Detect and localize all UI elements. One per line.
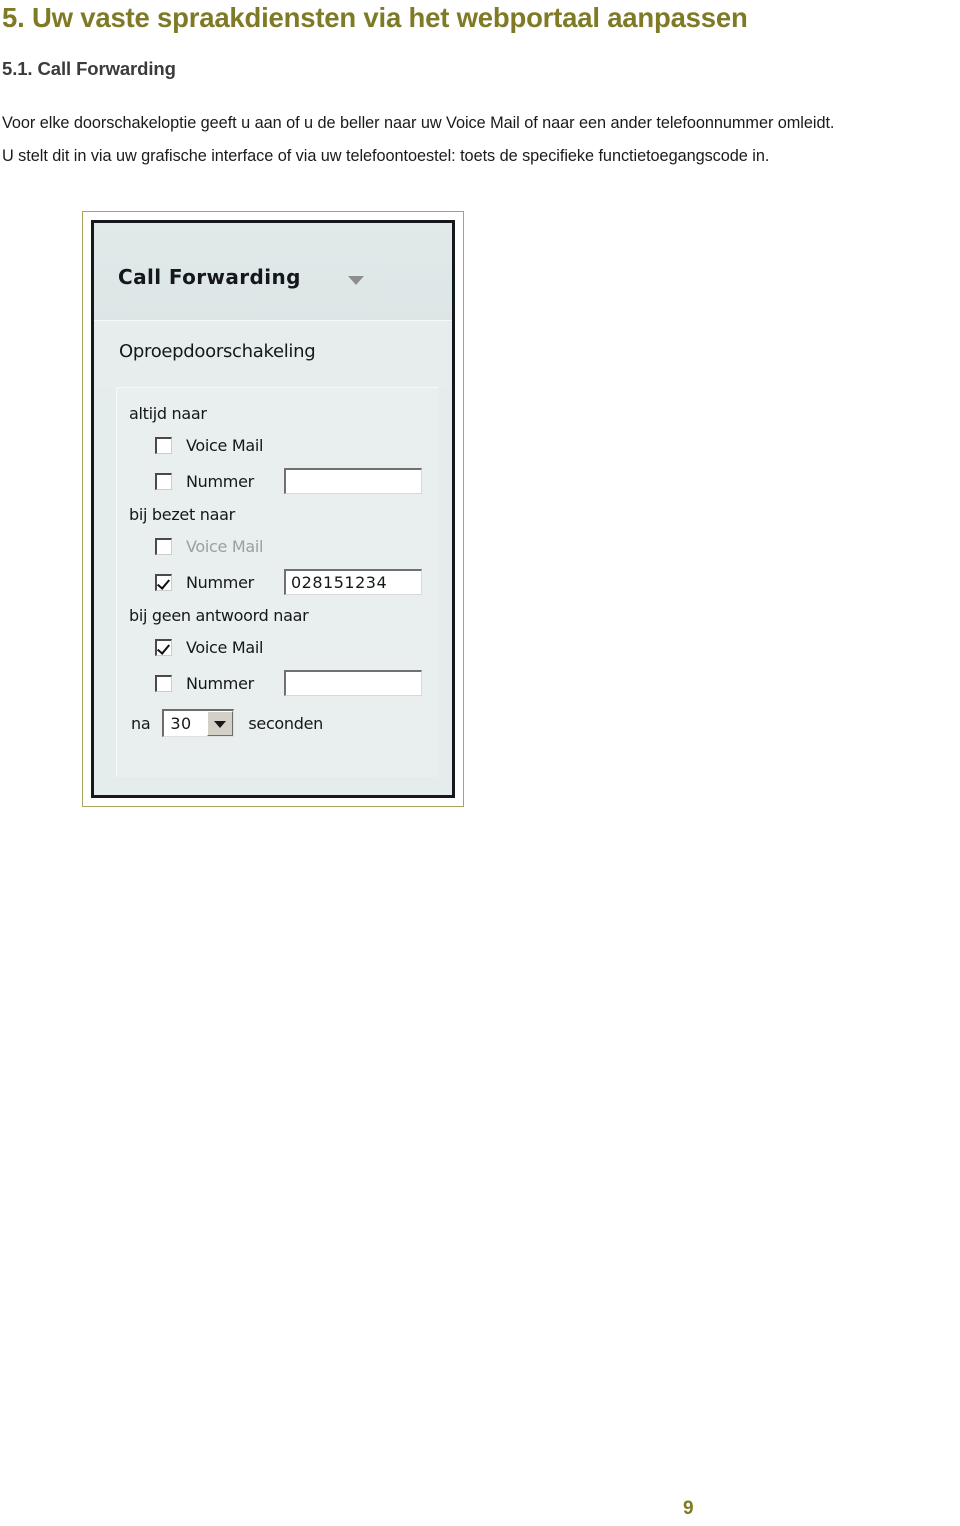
number-input-always[interactable] [284,468,422,494]
page-title: 5. Uw vaste spraakdiensten via het webpo… [2,2,748,33]
page-number: 9 [683,1498,694,1519]
row-always-voicemail[interactable]: Voice Mail [127,427,438,463]
checkbox-busy-voicemail[interactable] [155,537,172,555]
row-timeout: na 30 seconden [127,701,438,745]
checkbox-label: Voice Mail [186,637,264,657]
group-busy: bij bezet naar Voice Mail Nummer 0281512… [127,505,438,600]
group-label: bij geen antwoord naar [129,606,309,625]
group-no-answer: bij geen antwoord naar Voice Mail Nummer… [127,606,438,745]
checkbox-always-number[interactable] [155,472,172,490]
timeout-prefix-label: na [131,713,151,733]
group-label: bij bezet naar [129,505,235,524]
checkbox-label: Nummer [186,572,254,592]
checkbox-label: Voice Mail [186,435,264,455]
panel-header[interactable]: Call Forwarding [94,223,452,321]
call-forwarding-panel: Call Forwarding Oproepdoorschakeling alt… [91,220,455,798]
panel-subsection: Oproepdoorschakeling [94,321,452,387]
checkbox-always-voicemail[interactable] [155,436,172,454]
screenshot-figure: Call Forwarding Oproepdoorschakeling alt… [82,211,464,807]
checkbox-label: Nummer [186,673,254,693]
timeout-select[interactable]: 30 [162,709,235,737]
row-busy-number[interactable]: Nummer 028151234 [127,564,438,600]
row-no-answer-number[interactable]: Nummer [127,665,438,701]
checkbox-no-answer-voicemail[interactable] [155,638,172,656]
group-always: altijd naar Voice Mail Nummer [127,404,438,499]
row-no-answer-voicemail[interactable]: Voice Mail [127,629,438,665]
checkbox-label: Voice Mail [186,536,264,556]
checkbox-busy-number[interactable] [155,573,172,591]
paragraph-line-2: U stelt dit in via uw grafische interfac… [2,147,770,165]
row-busy-voicemail[interactable]: Voice Mail [127,528,438,564]
checkbox-label: Nummer [186,471,254,491]
chevron-down-icon[interactable] [348,276,364,285]
row-always-number[interactable]: Nummer [127,463,438,499]
section-title: 5.1. Call Forwarding [2,58,176,79]
checkbox-no-answer-number[interactable] [155,674,172,692]
chevron-down-icon[interactable] [207,711,234,736]
timeout-select-value: 30 [170,714,192,733]
panel-subtitle: Oproepdoorschakeling [119,341,316,362]
number-input-busy[interactable]: 028151234 [284,569,422,595]
timeout-suffix-label: seconden [248,713,324,733]
panel-header-title: Call Forwarding [118,265,301,289]
group-label: altijd naar [129,404,207,423]
paragraph-line-1: Voor elke doorschakeloptie geeft u aan o… [2,114,835,132]
number-input-no-answer[interactable] [284,670,422,696]
call-forwarding-form: altijd naar Voice Mail Nummer bij bezet … [116,387,438,777]
